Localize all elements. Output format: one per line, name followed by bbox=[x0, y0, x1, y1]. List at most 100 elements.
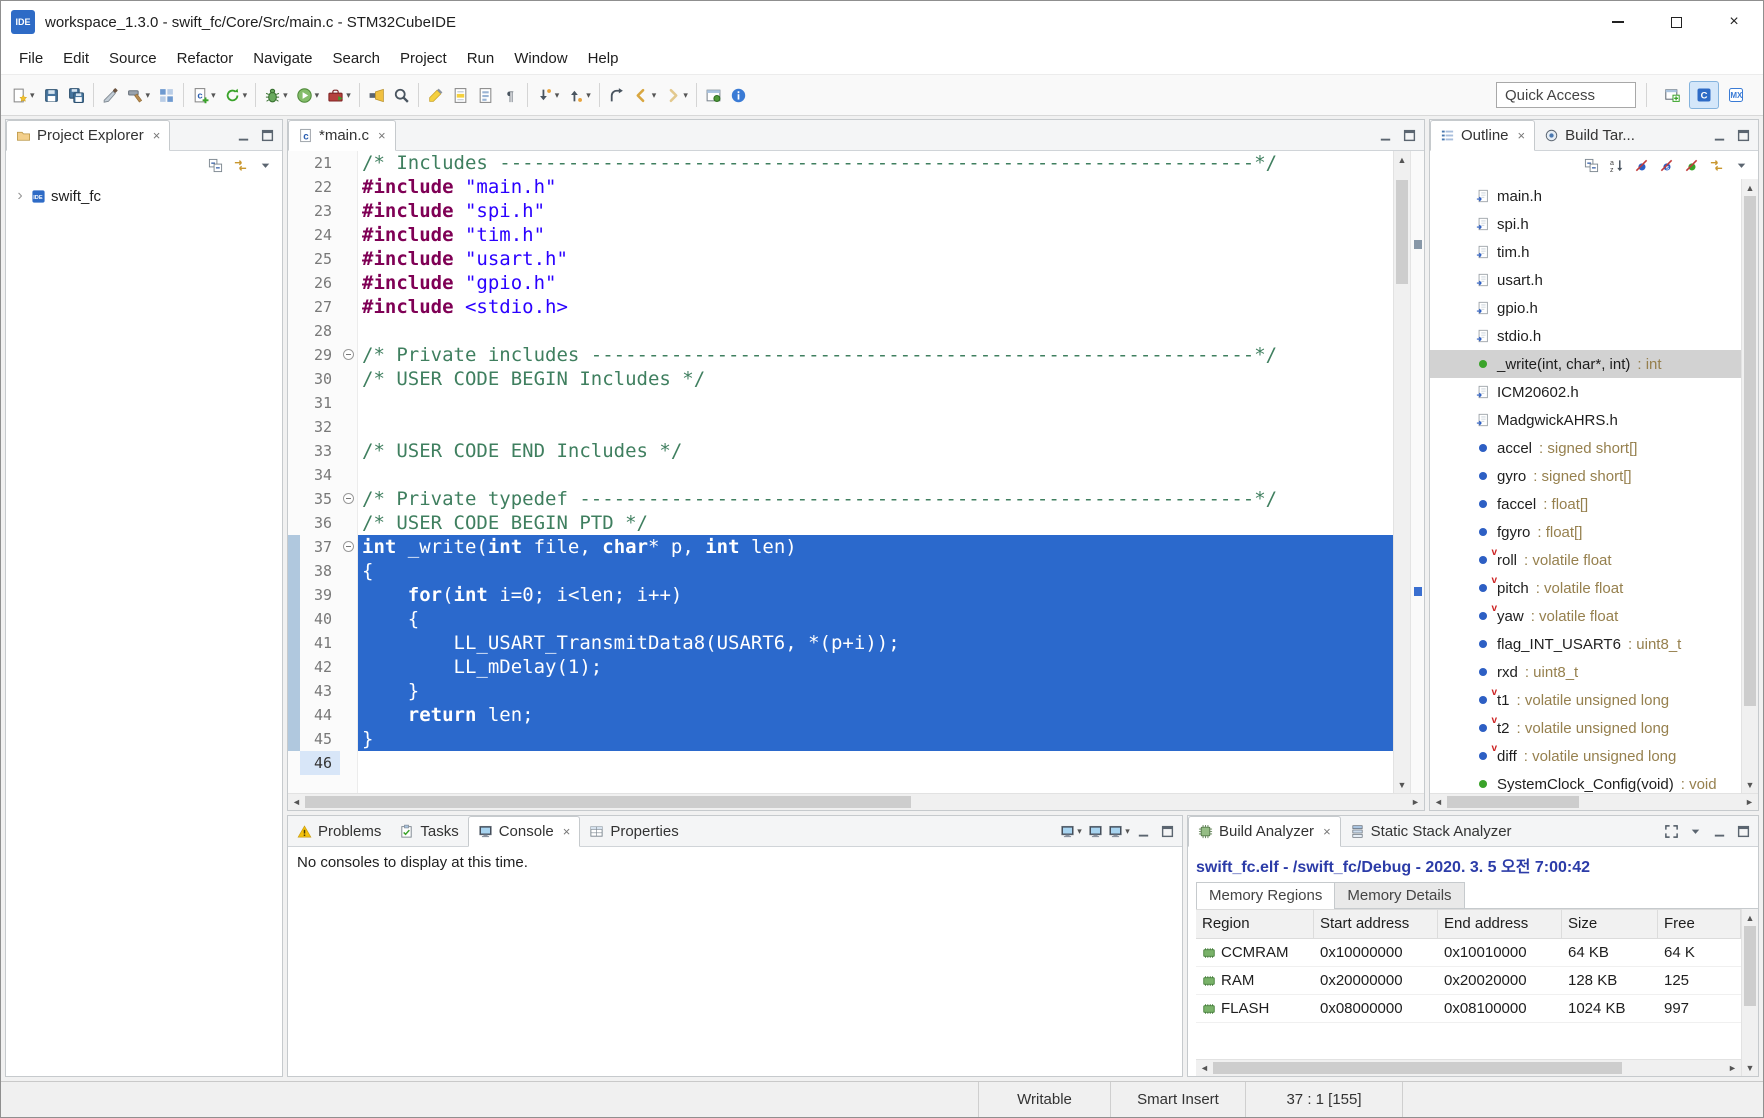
outline-item[interactable]: flag_INT_USART6 : uint8_t bbox=[1430, 630, 1741, 658]
code-line-25[interactable]: 25 #include "usart.h" bbox=[288, 247, 1393, 271]
code-line-text[interactable]: LL_mDelay(1); bbox=[358, 655, 1393, 679]
min-view-button[interactable] bbox=[232, 124, 254, 146]
pilcrow-button[interactable]: ¶ bbox=[498, 80, 523, 110]
code-line-33[interactable]: 33 /* USER CODE END Includes */ bbox=[288, 439, 1393, 463]
outline-item[interactable]: gpio.h bbox=[1430, 294, 1741, 322]
close-tab-icon[interactable]: × bbox=[153, 128, 161, 143]
scroll-left-icon[interactable]: ◄ bbox=[288, 794, 305, 810]
code-line-26[interactable]: 26 #include "gpio.h" bbox=[288, 271, 1393, 295]
debug-button[interactable]: ▾ bbox=[260, 80, 292, 110]
close-tab-icon[interactable]: × bbox=[378, 128, 386, 143]
code-line-45[interactable]: 45} bbox=[288, 727, 1393, 751]
code-line-35[interactable]: 35 /* Private typedef -------------------… bbox=[288, 487, 1393, 511]
code-line-text[interactable]: } bbox=[358, 679, 1393, 703]
outline-item[interactable]: tim.h bbox=[1430, 238, 1741, 266]
scroll-thumb[interactable] bbox=[1447, 796, 1580, 808]
column-header-start-address[interactable]: Start address bbox=[1314, 910, 1438, 938]
code-line-46[interactable]: 46 bbox=[288, 751, 1393, 775]
code-line-text[interactable]: LL_USART_TransmitData8(USART6, *(p+i)); bbox=[358, 631, 1393, 655]
mark-occurrences-button[interactable] bbox=[448, 80, 473, 110]
tab-project-explorer[interactable]: Project Explorer × bbox=[6, 120, 171, 151]
close-tab-icon[interactable]: × bbox=[563, 824, 571, 839]
min-view-button[interactable] bbox=[1708, 124, 1730, 146]
code-line-text[interactable]: #include "gpio.h" bbox=[358, 271, 1393, 295]
scroll-track[interactable] bbox=[1447, 794, 1741, 810]
scroll-thumb[interactable] bbox=[1744, 926, 1756, 1006]
scroll-track[interactable] bbox=[1742, 196, 1758, 776]
scroll-down-icon[interactable]: ▼ bbox=[1742, 1059, 1758, 1076]
new-wizard-button[interactable]: ▾ bbox=[7, 80, 39, 110]
outline-item[interactable]: usart.h bbox=[1430, 266, 1741, 294]
outline-item[interactable]: accel : signed short[] bbox=[1430, 434, 1741, 462]
code-line-text[interactable]: #include "usart.h" bbox=[358, 247, 1393, 271]
binary-grid-button[interactable] bbox=[154, 80, 179, 110]
code-line-text[interactable]: /* Includes ----------------------------… bbox=[358, 151, 1393, 175]
outline-item[interactable]: gyro : signed short[] bbox=[1430, 462, 1741, 490]
code-line-text[interactable]: #include "tim.h" bbox=[358, 223, 1393, 247]
subtab-memory-details[interactable]: Memory Details bbox=[1334, 882, 1465, 908]
menu-project[interactable]: Project bbox=[390, 46, 457, 71]
display-selected-console-button[interactable] bbox=[1084, 820, 1106, 842]
tab-tasks[interactable]: Tasks bbox=[390, 816, 467, 846]
code-line-24[interactable]: 24 #include "tim.h" bbox=[288, 223, 1393, 247]
code-line-37[interactable]: 37 int _write(int file, char* p, int len) bbox=[288, 535, 1393, 559]
outline-horizontal-scrollbar[interactable]: ◄ ► bbox=[1430, 793, 1758, 810]
scroll-down-icon[interactable]: ▼ bbox=[1742, 776, 1758, 793]
outline-item[interactable]: v yaw : volatile float bbox=[1430, 602, 1741, 630]
code-line-27[interactable]: 27 #include <stdio.h> bbox=[288, 295, 1393, 319]
code-line-text[interactable]: int _write(int file, char* p, int len) bbox=[358, 535, 1393, 559]
code-line-30[interactable]: 30 /* USER CODE BEGIN Includes */ bbox=[288, 367, 1393, 391]
maximize-view-button[interactable] bbox=[1732, 820, 1754, 842]
code-line-34[interactable]: 34 bbox=[288, 463, 1393, 487]
forward-button[interactable]: ▾ bbox=[660, 80, 692, 110]
quick-access-input[interactable] bbox=[1496, 82, 1636, 108]
code-line-text[interactable]: return len; bbox=[358, 703, 1393, 727]
code-line-text[interactable]: { bbox=[358, 607, 1393, 631]
window-maximize-button[interactable] bbox=[1647, 1, 1705, 43]
scroll-up-icon[interactable]: ▲ bbox=[1742, 909, 1758, 926]
outline-item[interactable]: v t1 : volatile unsigned long bbox=[1430, 686, 1741, 714]
column-header-region[interactable]: Region bbox=[1196, 910, 1314, 938]
code-line-text[interactable]: for(int i=0; i<len; i++) bbox=[358, 583, 1393, 607]
cubemx-perspective-button[interactable]: MX bbox=[1721, 81, 1751, 109]
code-line-text[interactable]: /* Private typedef ---------------------… bbox=[358, 487, 1393, 511]
save-button[interactable] bbox=[39, 80, 64, 110]
code-line-31[interactable]: 31 bbox=[288, 391, 1393, 415]
cpp-perspective-button[interactable]: C bbox=[1689, 81, 1719, 109]
scroll-right-icon[interactable]: ► bbox=[1724, 1060, 1741, 1076]
memory-row-ram[interactable]: RAM 0x20000000 0x20020000 128 KB 125 bbox=[1196, 967, 1741, 995]
outline-item[interactable]: ICM20602.h bbox=[1430, 378, 1741, 406]
code-line-text[interactable]: /* Private includes --------------------… bbox=[358, 343, 1393, 367]
code-line-41[interactable]: 41 LL_USART_TransmitData8(USART6, *(p+i)… bbox=[288, 631, 1393, 655]
tab-static-stack-analyzer[interactable]: Static Stack Analyzer bbox=[1341, 816, 1521, 846]
view-menu-button[interactable] bbox=[1684, 820, 1706, 842]
hide-non-public-button[interactable] bbox=[1680, 154, 1702, 176]
code-line-39[interactable]: 39 for(int i=0; i<len; i++) bbox=[288, 583, 1393, 607]
collapse-all-button[interactable] bbox=[204, 154, 226, 176]
code-line-text[interactable]: { bbox=[358, 559, 1393, 583]
overview-ruler[interactable] bbox=[1410, 151, 1424, 793]
run-button[interactable]: ▾ bbox=[292, 80, 324, 110]
sort-az-button[interactable]: az bbox=[1605, 154, 1627, 176]
scroll-track[interactable] bbox=[305, 794, 1407, 810]
code-line-text[interactable]: #include <stdio.h> bbox=[358, 295, 1393, 319]
code-line-text[interactable] bbox=[358, 415, 1393, 439]
outline-item[interactable]: _write(int, char*, int) : int bbox=[1430, 350, 1741, 378]
back-button[interactable]: ▾ bbox=[629, 80, 661, 110]
code-line-text[interactable] bbox=[358, 391, 1393, 415]
tab-console[interactable]: Console × bbox=[467, 816, 581, 847]
outline-item[interactable]: v roll : volatile float bbox=[1430, 546, 1741, 574]
overview-mark[interactable] bbox=[1414, 587, 1422, 596]
code-line-23[interactable]: 23 #include "spi.h" bbox=[288, 199, 1393, 223]
memory-row-flash[interactable]: FLASH 0x08000000 0x08100000 1024 KB 997 bbox=[1196, 995, 1741, 1023]
tree-item-swift_fc[interactable]: › IDE swift_fc bbox=[6, 183, 282, 209]
subtab-memory-regions[interactable]: Memory Regions bbox=[1196, 882, 1336, 909]
outline-item[interactable]: v pitch : volatile float bbox=[1430, 574, 1741, 602]
refresh-code-button[interactable]: ▾ bbox=[220, 80, 252, 110]
menu-help[interactable]: Help bbox=[578, 46, 629, 71]
new-c-file-button[interactable]: c ▾ bbox=[188, 80, 220, 110]
close-tab-icon[interactable]: × bbox=[1323, 824, 1331, 839]
outline-item[interactable]: fgyro : float[] bbox=[1430, 518, 1741, 546]
outline-item[interactable]: MadgwickAHRS.h bbox=[1430, 406, 1741, 434]
prev-annotation-button[interactable]: ▾ bbox=[563, 80, 595, 110]
